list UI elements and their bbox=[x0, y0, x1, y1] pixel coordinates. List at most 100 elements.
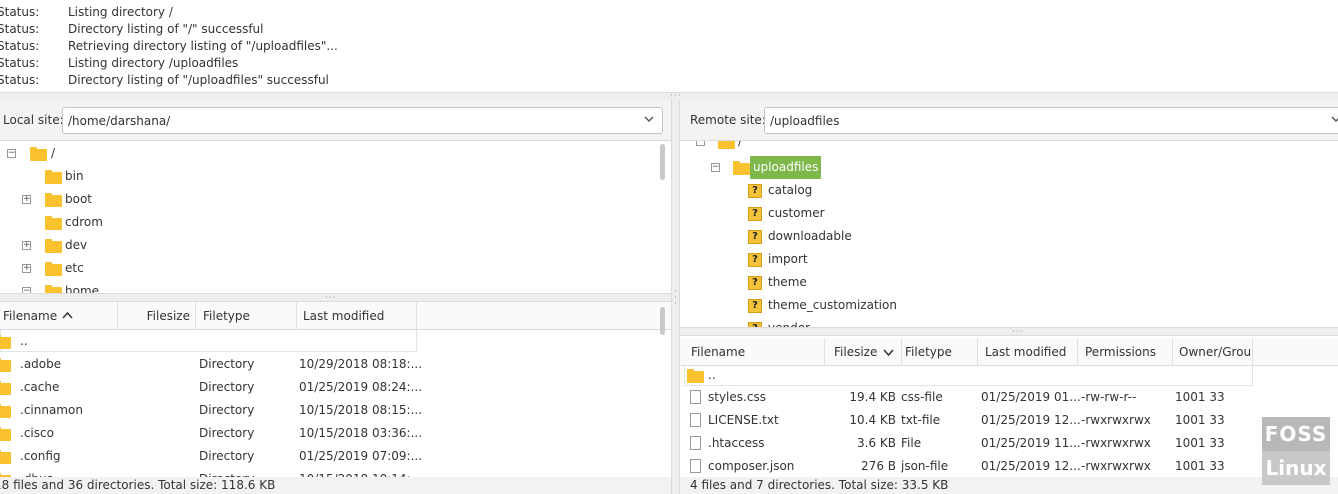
remote-site-combo[interactable]: /uploadfiles bbox=[764, 107, 1338, 134]
pane-splitter[interactable]: · · · bbox=[671, 99, 680, 494]
tree-item[interactable]: − home bbox=[0, 280, 660, 293]
list-item[interactable]: styles.css 19.4 KB css-file 01/25/2019 0… bbox=[680, 386, 1338, 409]
file-name: composer.json bbox=[708, 459, 795, 473]
tree-item[interactable]: + etc bbox=[0, 257, 660, 280]
local-site-path[interactable]: /home/darshana/ bbox=[68, 114, 170, 128]
column-filetype[interactable]: Filetype bbox=[196, 302, 297, 330]
column-filename[interactable]: Filename bbox=[0, 302, 118, 330]
local-site-bar: Local site: /home/darshana/ bbox=[0, 99, 671, 141]
list-item[interactable]: .. bbox=[0, 330, 660, 353]
folder-icon bbox=[30, 147, 47, 161]
list-item[interactable]: .config Directory 01/25/2019 07:09:... bbox=[0, 445, 660, 468]
local-site-combo[interactable]: /home/darshana/ bbox=[62, 107, 663, 134]
tree-item[interactable]: bin bbox=[0, 165, 660, 188]
tree-item[interactable]: ? theme bbox=[680, 271, 1338, 294]
file-type: css-file bbox=[901, 390, 943, 404]
file-name: .cache bbox=[20, 380, 60, 394]
list-scrollbar[interactable] bbox=[660, 307, 665, 335]
list-item[interactable]: composer.json 276 B json-file 01/25/2019… bbox=[680, 455, 1338, 477]
list-item[interactable]: .dbus Directory 10/15/2018 10:14:... bbox=[0, 468, 660, 477]
list-item[interactable]: .. bbox=[680, 364, 1338, 387]
column-filesize[interactable]: Filesize bbox=[825, 338, 902, 366]
remote-site-bar: Remote site: /uploadfiles bbox=[680, 99, 1338, 141]
tree-item-label: theme bbox=[768, 275, 807, 289]
tree-item[interactable]: − uploadfiles bbox=[680, 156, 1338, 179]
tree-item[interactable]: ? customer bbox=[680, 202, 1338, 225]
collapse-icon[interactable]: − bbox=[696, 141, 705, 146]
log-splitter[interactable]: ··· bbox=[0, 92, 1338, 101]
file-name: .cisco bbox=[20, 426, 54, 440]
splitter-grip-icon: ··· bbox=[325, 293, 337, 303]
file-name: .. bbox=[708, 368, 716, 382]
file-name: .dbus bbox=[20, 468, 53, 477]
folder-icon bbox=[718, 141, 735, 149]
tree-item[interactable]: + dev bbox=[0, 234, 660, 257]
folder-icon bbox=[45, 216, 62, 230]
list-item[interactable]: LICENSE.txt 10.4 KB txt-file 01/25/2019 … bbox=[680, 409, 1338, 432]
file-modified: 01/25/2019 01... bbox=[981, 390, 1081, 404]
file-name: .adobe bbox=[20, 357, 62, 371]
local-splitter[interactable]: ··· bbox=[0, 293, 671, 303]
local-directory-tree[interactable]: − / bin + boot cdrom + dev + etc − home bbox=[0, 141, 671, 293]
chevron-down-icon[interactable] bbox=[1331, 114, 1338, 124]
tree-scrollbar[interactable] bbox=[660, 144, 665, 180]
foss-linux-logo: FOSS Linux bbox=[1262, 417, 1330, 485]
tree-item[interactable]: − / bbox=[0, 142, 660, 165]
expand-icon[interactable]: + bbox=[22, 195, 31, 204]
file-name: styles.css bbox=[708, 390, 766, 404]
tree-item-label: boot bbox=[65, 192, 93, 206]
folder-icon bbox=[45, 193, 62, 207]
remote-status: 4 files and 7 directories. Total size: 3… bbox=[680, 477, 1338, 494]
column-filename[interactable]: Filename bbox=[680, 338, 825, 366]
column-filetype[interactable]: Filetype bbox=[902, 338, 978, 366]
expand-icon[interactable]: + bbox=[22, 264, 31, 273]
remote-splitter[interactable]: ··· bbox=[680, 327, 1338, 337]
file-name: .config bbox=[20, 449, 61, 463]
column-last-modified[interactable]: Last modified bbox=[978, 338, 1078, 366]
file-type: Directory bbox=[199, 449, 255, 463]
file-owner: 1001 33 bbox=[1175, 459, 1225, 473]
expand-icon[interactable]: + bbox=[22, 241, 31, 250]
tree-item-label: import bbox=[768, 252, 808, 266]
folder-icon bbox=[0, 335, 11, 349]
list-item[interactable]: .cinnamon Directory 10/15/2018 08:15:... bbox=[0, 399, 660, 422]
remote-file-list[interactable]: Filename Filesize Filetype Last modified… bbox=[680, 336, 1338, 477]
file-type: Directory bbox=[199, 357, 255, 371]
tree-item[interactable]: ? import bbox=[680, 248, 1338, 271]
local-list-header: Filename Filesize Filetype Last modified bbox=[0, 302, 671, 330]
list-item[interactable]: .adobe Directory 10/29/2018 08:18:... bbox=[0, 353, 660, 376]
column-permissions[interactable]: Permissions bbox=[1078, 338, 1173, 366]
column-owner-group[interactable]: Owner/Group bbox=[1173, 338, 1253, 366]
sort-descending-icon bbox=[883, 349, 894, 357]
chevron-down-icon[interactable] bbox=[644, 114, 654, 124]
list-item[interactable]: .cache Directory 01/25/2019 08:24:... bbox=[0, 376, 660, 399]
list-item[interactable]: .cisco Directory 10/15/2018 03:36:... bbox=[0, 422, 660, 445]
message-log[interactable]: Status: Status: Listing directory / Stat… bbox=[0, 0, 1338, 92]
collapse-icon[interactable]: − bbox=[7, 149, 16, 158]
tree-item[interactable]: + boot bbox=[0, 188, 660, 211]
local-file-list[interactable]: Filename Filesize Filetype Last modified… bbox=[0, 302, 671, 477]
column-last-modified[interactable]: Last modified bbox=[297, 302, 417, 330]
tree-item[interactable]: cdrom bbox=[0, 211, 660, 234]
tree-item[interactable]: ? catalog bbox=[680, 179, 1338, 202]
remote-site-path[interactable]: /uploadfiles bbox=[770, 114, 839, 128]
tree-item[interactable]: ? vendor bbox=[680, 317, 1338, 327]
unknown-folder-icon: ? bbox=[748, 184, 762, 198]
log-label: Status: bbox=[0, 5, 40, 19]
log-message: Listing directory / bbox=[68, 5, 173, 19]
folder-icon bbox=[687, 369, 704, 383]
folder-icon bbox=[0, 404, 11, 418]
remote-directory-tree[interactable]: − / − uploadfiles ? catalog ? customer ?… bbox=[680, 141, 1338, 327]
column-filesize[interactable]: Filesize bbox=[118, 302, 196, 330]
tree-item[interactable]: − / bbox=[680, 141, 1338, 153]
local-status: 18 files and 36 directories. Total size:… bbox=[0, 477, 671, 494]
collapse-icon[interactable]: − bbox=[711, 163, 720, 172]
file-size: 276 B bbox=[861, 459, 896, 473]
file-owner: 1001 33 bbox=[1175, 436, 1225, 450]
tree-item[interactable]: ? theme_customization bbox=[680, 294, 1338, 317]
folder-icon bbox=[45, 170, 62, 184]
tree-item-label: downloadable bbox=[768, 229, 852, 243]
tree-item[interactable]: ? downloadable bbox=[680, 225, 1338, 248]
file-permissions: -rwxrwxrwx bbox=[1081, 413, 1151, 427]
list-item[interactable]: .htaccess 3.6 KB File 01/25/2019 11... -… bbox=[680, 432, 1338, 455]
